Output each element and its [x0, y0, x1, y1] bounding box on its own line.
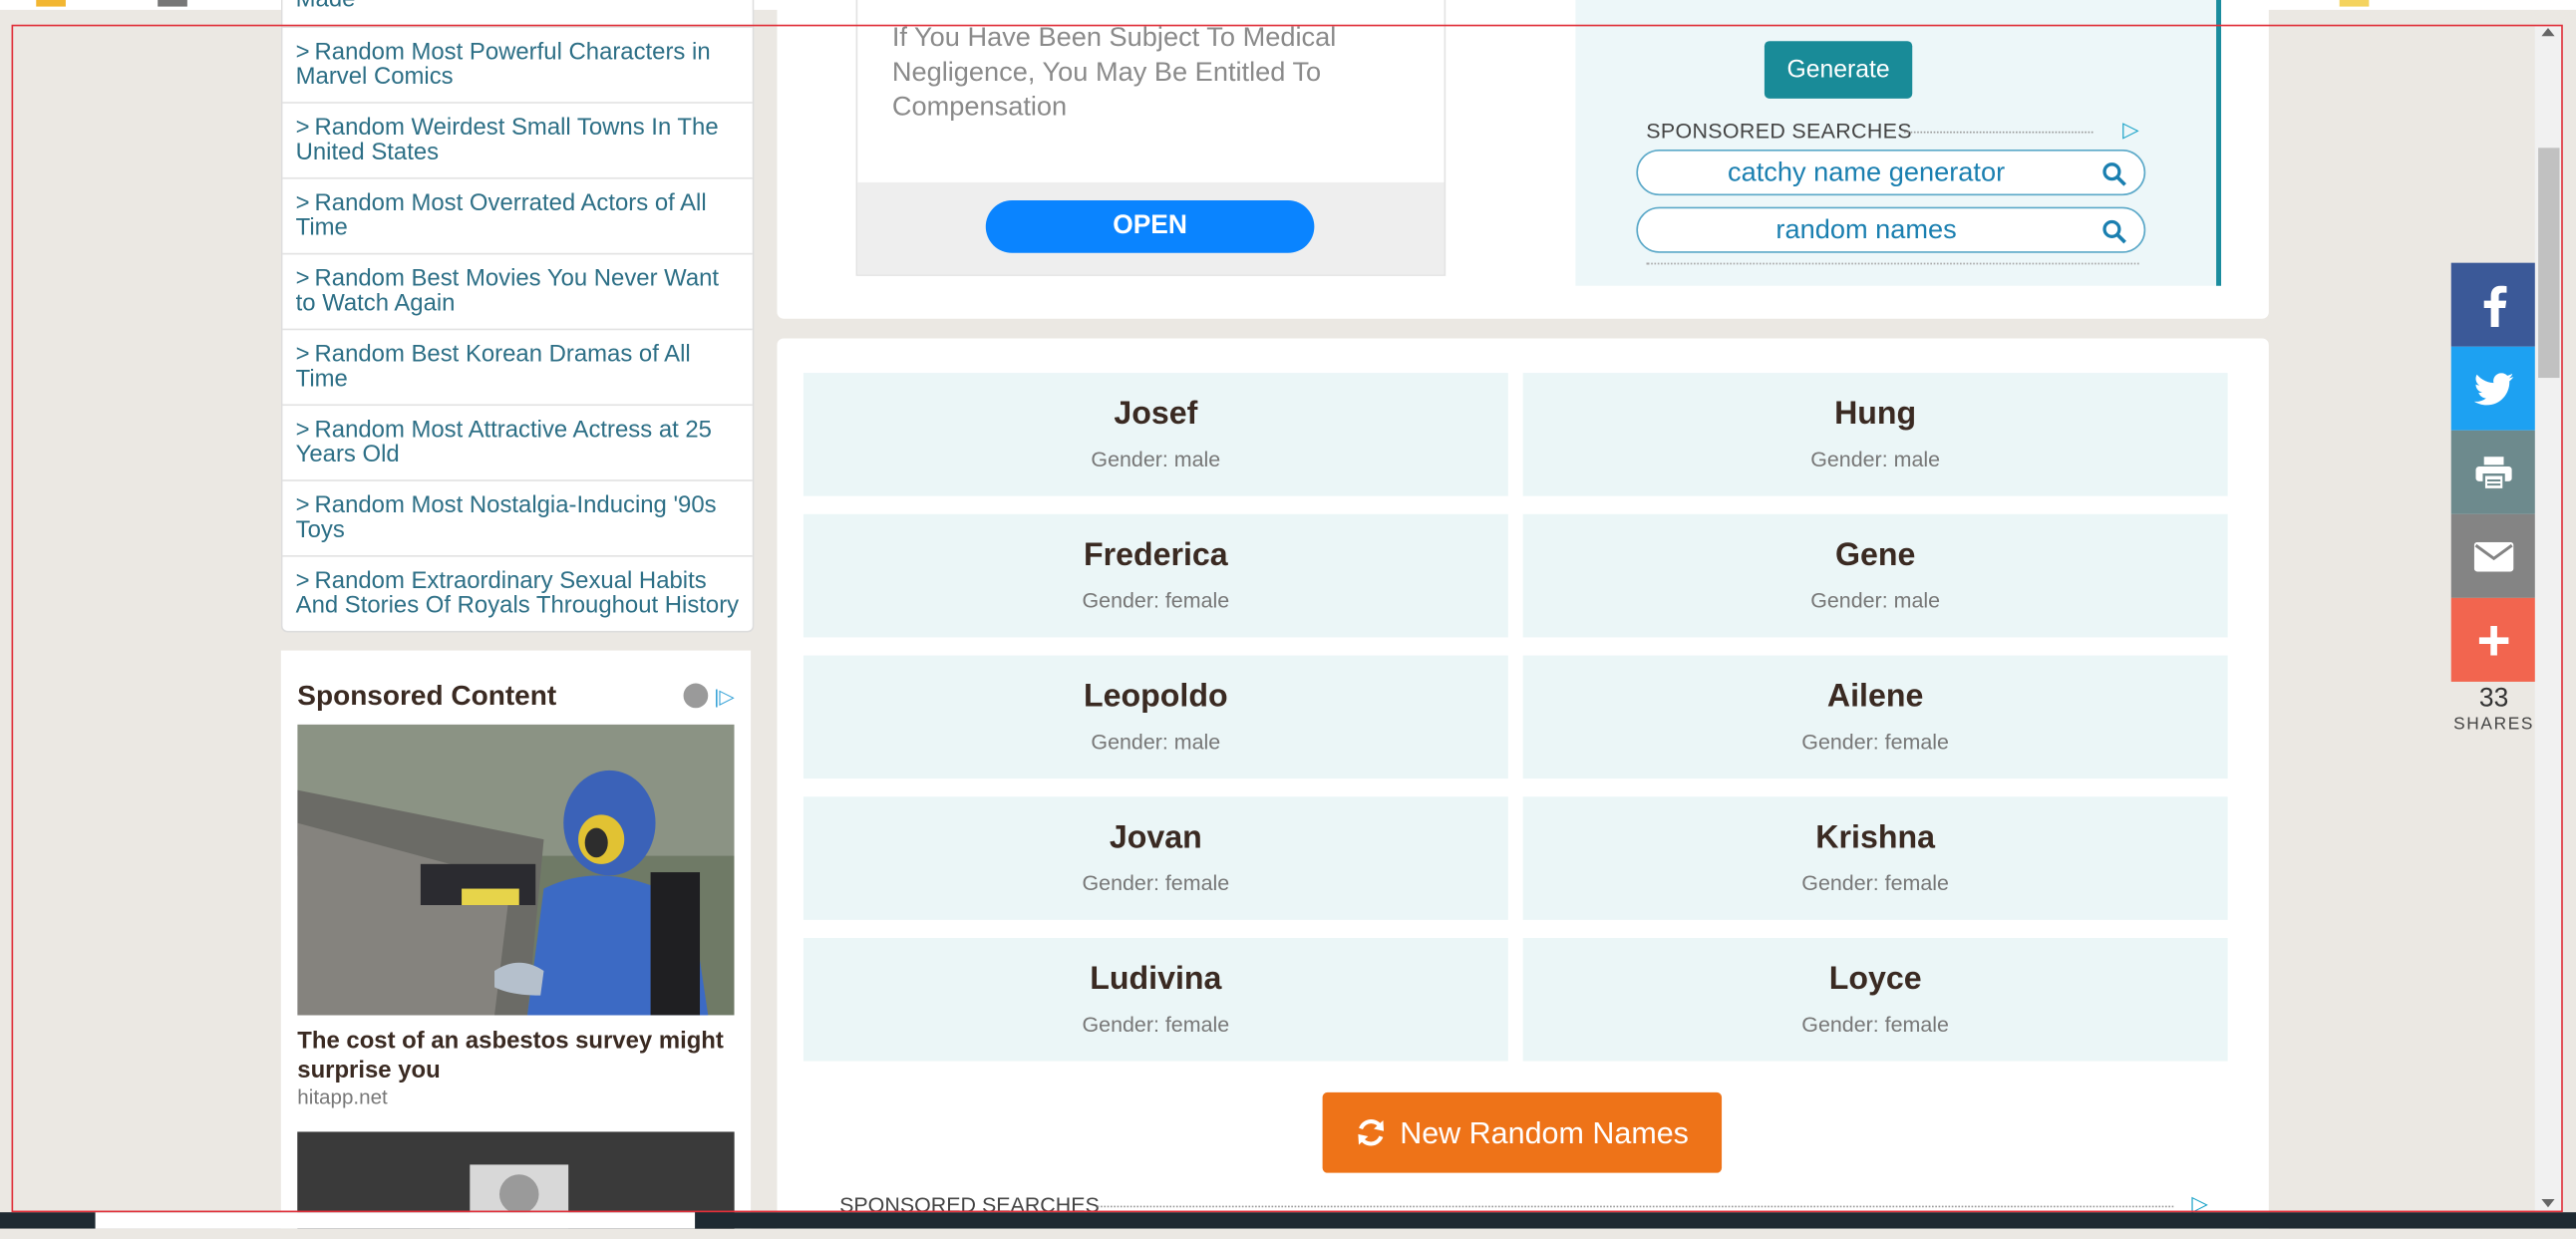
- chevron-right-icon: >: [295, 341, 310, 369]
- twitter-share-button[interactable]: [2450, 346, 2537, 431]
- print-icon: [2475, 456, 2512, 489]
- email-share-button[interactable]: [2450, 513, 2537, 598]
- name-card: Ludivina Gender: female: [803, 937, 1508, 1062]
- gender-text: Gender: female: [1801, 870, 1949, 896]
- related-link[interactable]: > Random Best Movies You Never Want to Wa…: [282, 254, 753, 331]
- chevron-right-icon: >: [295, 265, 310, 293]
- related-link[interactable]: > Random Most Overrated Actors of All Tim…: [282, 179, 753, 255]
- names-card: Josef Gender: male Hung Gender: male Frede…: [777, 338, 2269, 1229]
- twitter-icon: [2473, 372, 2514, 405]
- scroll-up-icon[interactable]: [2541, 28, 2555, 37]
- sponsored-image[interactable]: [297, 724, 735, 1016]
- name-text: Frederica: [1083, 536, 1228, 574]
- name-text: Jovan: [1109, 819, 1202, 856]
- chevron-right-icon: >: [295, 190, 310, 217]
- gender-text: Gender: female: [1801, 1012, 1949, 1037]
- sponsored-search-link[interactable]: random names: [1636, 206, 2146, 253]
- new-random-names-button[interactable]: New Random Names: [1322, 1091, 1723, 1173]
- vertical-scrollbar[interactable]: [2534, 24, 2563, 1213]
- refresh-icon: [1358, 1119, 1385, 1146]
- name-card: Gene Gender: male: [1522, 513, 2228, 638]
- name-card: Ailene Gender: female: [1522, 655, 2228, 779]
- related-link[interactable]: > Random Most Nostalgia-Inducing '90s Toy…: [282, 481, 753, 557]
- gender-text: Gender: female: [1082, 870, 1230, 896]
- page-root: Made > Random Most Powerful Characters in…: [0, 0, 2576, 1229]
- plus-icon: [2478, 625, 2509, 655]
- name-card: Josef Gender: male: [803, 373, 1508, 496]
- related-link[interactable]: > Random Most Powerful Characters in Marv…: [282, 28, 753, 104]
- related-link[interactable]: > Random Weirdest Small Towns In The Unit…: [282, 104, 753, 179]
- name-text: Gene: [1834, 536, 1916, 574]
- gender-text: Gender: female: [1082, 1012, 1230, 1037]
- related-link[interactable]: > Random Best Korean Dramas of All Time: [282, 330, 753, 407]
- name-text: Leopoldo: [1084, 678, 1228, 715]
- name-text: Josef: [1114, 396, 1198, 433]
- search-icon: [2102, 162, 2126, 186]
- scrollbar-thumb[interactable]: [2538, 148, 2560, 379]
- ad-text: If You Have Been Subject To Medical Negl…: [891, 23, 1337, 122]
- bookmark-icon[interactable]: [36, 0, 66, 7]
- adchoices-icon[interactable]: ▷: [2122, 117, 2138, 143]
- gender-text: Gender: male: [1091, 729, 1221, 755]
- name-card: Jovan Gender: female: [803, 796, 1508, 920]
- search-icon: [2102, 219, 2126, 244]
- name-text: Loyce: [1828, 961, 1922, 998]
- name-card: Krishna Gender: female: [1522, 796, 2228, 920]
- related-link[interactable]: > Random Most Attractive Actress at 25 Ye…: [282, 406, 753, 481]
- ad-card: If You Have Been Subject To Medical Negl…: [777, 0, 2269, 319]
- email-icon: [2473, 541, 2514, 571]
- ad-footer: OPEN: [857, 181, 1445, 275]
- sponsored-content: Sponsored Content |▷ The cost of an asbe…: [280, 650, 752, 1229]
- name-card: Hung Gender: male: [1522, 373, 2228, 496]
- name-card: Loyce Gender: female: [1522, 937, 2228, 1062]
- ad-info-icon[interactable]: [682, 683, 708, 709]
- left-sidebar: Made > Random Most Powerful Characters in…: [280, 0, 755, 1229]
- share-count-label: SHARES: [2453, 714, 2535, 735]
- facebook-icon: [2483, 284, 2507, 327]
- sponsored-title: Sponsored Content: [297, 680, 557, 712]
- more-share-button[interactable]: [2450, 597, 2537, 682]
- related-links-list: Made > Random Most Powerful Characters in…: [280, 0, 755, 633]
- name-text: Hung: [1834, 396, 1917, 433]
- name-card: Frederica Gender: female: [803, 513, 1508, 638]
- divider: [1646, 262, 2139, 265]
- ad-choices[interactable]: |▷: [682, 683, 735, 709]
- chevron-right-icon: >: [295, 492, 310, 519]
- name-card: Leopoldo Gender: male: [803, 655, 1508, 779]
- scroll-down-icon[interactable]: [2541, 1199, 2555, 1208]
- name-text: Ailene: [1826, 678, 1924, 715]
- name-text: Ludivina: [1090, 961, 1222, 998]
- gender-text: Gender: male: [1810, 587, 1941, 613]
- generator-panel: Generate SPONSORED SEARCHES ▷ catchy nam…: [1575, 0, 2222, 286]
- display-ad[interactable]: If You Have Been Subject To Medical Negl…: [855, 0, 1447, 276]
- sponsored-headline[interactable]: The cost of an asbestos survey might sur…: [297, 1027, 734, 1085]
- taskbar: [0, 1212, 2576, 1229]
- taskbar-segment: [95, 1212, 696, 1229]
- sponsored-source[interactable]: hitapp.net: [297, 1085, 388, 1108]
- gender-text: Gender: male: [1810, 447, 1941, 471]
- print-button[interactable]: [2450, 430, 2537, 514]
- gender-text: Gender: female: [1082, 587, 1230, 613]
- generate-button[interactable]: Generate: [1764, 41, 1913, 99]
- gender-text: Gender: female: [1801, 729, 1949, 755]
- chevron-right-icon: >: [295, 115, 310, 142]
- sponsored-searches-label: SPONSORED SEARCHES: [1646, 119, 2122, 143]
- open-button[interactable]: OPEN: [985, 200, 1315, 253]
- facebook-share-button[interactable]: [2450, 262, 2537, 347]
- chevron-right-icon: >: [295, 39, 310, 66]
- bookmark-icon[interactable]: [158, 0, 187, 7]
- chevron-right-icon: >: [295, 568, 310, 595]
- related-link[interactable]: Made: [282, 0, 753, 29]
- bookmark-icon[interactable]: [2339, 0, 2370, 7]
- name-text: Krishna: [1815, 819, 1935, 856]
- names-grid: Josef Gender: male Hung Gender: male Frede…: [803, 373, 2228, 1062]
- gender-text: Gender: male: [1091, 447, 1221, 471]
- sponsored-search-link[interactable]: catchy name generator: [1636, 149, 2146, 196]
- chevron-right-icon: >: [295, 417, 310, 444]
- related-link[interactable]: > Random Extraordinary Sexual Habits And …: [282, 557, 752, 631]
- adchoices-icon[interactable]: |▷: [714, 684, 734, 707]
- share-bar: 33 SHARES: [2450, 262, 2537, 735]
- share-count: 33: [2478, 685, 2509, 714]
